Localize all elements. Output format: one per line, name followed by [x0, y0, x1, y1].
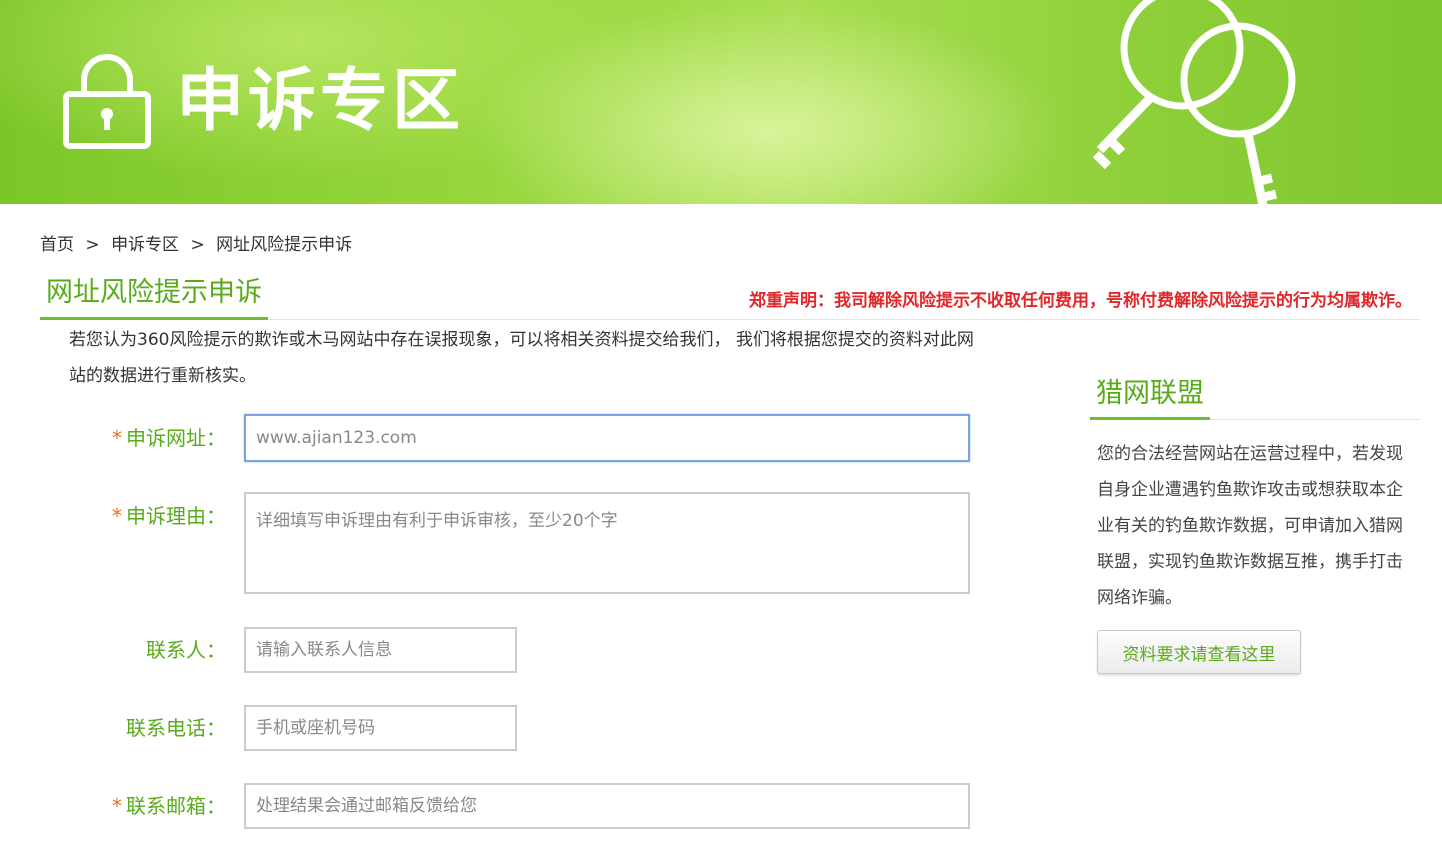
breadcrumb-home[interactable]: 首页 [40, 235, 74, 255]
required-mark: * [112, 504, 122, 528]
banner-title: 申诉专区 [176, 62, 465, 141]
breadcrumb-current: 网址风险提示申诉 [216, 235, 353, 255]
email-label: * 联系邮箱： [112, 794, 226, 818]
breadcrumb-separator: > [85, 235, 100, 255]
contact-label: 联系人： [146, 638, 226, 662]
breadcrumb-separator: > [190, 235, 205, 255]
fee-notice: 郑重声明：我司解除风险提示不收取任何费用，号称付费解除风险提示的行为均属欺诈。 [749, 291, 1412, 311]
padlock-icon [63, 54, 151, 149]
intro-text: 若您认为360风险提示的欺诈或木马网站中存在误报现象，可以将相关资料提交给我们，… [69, 330, 974, 386]
keys-icon [1092, 0, 1296, 204]
phone-input[interactable] [244, 705, 517, 751]
reason-textarea[interactable] [244, 492, 970, 594]
url-label: * 申诉网址： [112, 426, 226, 450]
sidebar-title: 猎网联盟 [1090, 372, 1210, 420]
requirements-button[interactable]: 资料要求请查看这里 [1097, 630, 1301, 674]
sidebar-hunting-alliance: 猎网联盟 您的合法经营网站在运营过程中，若发现自身企业遭遇钓鱼欺诈攻击或想获取本… [1090, 372, 1420, 674]
reason-label: * 申诉理由： [112, 504, 226, 528]
phone-label: 联系电话： [126, 716, 226, 740]
email-input[interactable] [244, 783, 970, 829]
contact-input[interactable] [244, 627, 517, 673]
url-input[interactable] [244, 414, 970, 462]
section-title: 网址风险提示申诉 [40, 272, 268, 320]
required-mark: * [112, 426, 122, 450]
breadcrumb: 首页 > 申诉专区 > 网址风险提示申诉 [40, 230, 358, 255]
sidebar-description: 您的合法经营网站在运营过程中，若发现自身企业遭遇钓鱼欺诈攻击或想获取本企业有关的… [1097, 444, 1403, 608]
header-banner: 申诉专区 [0, 0, 1442, 204]
sidebar-header: 猎网联盟 [1090, 372, 1420, 420]
required-mark: * [112, 794, 122, 818]
breadcrumb-appeal-zone[interactable]: 申诉专区 [111, 235, 179, 255]
section-header: 网址风险提示申诉 郑重声明：我司解除风险提示不收取任何费用，号称付费解除风险提示… [40, 272, 1420, 320]
